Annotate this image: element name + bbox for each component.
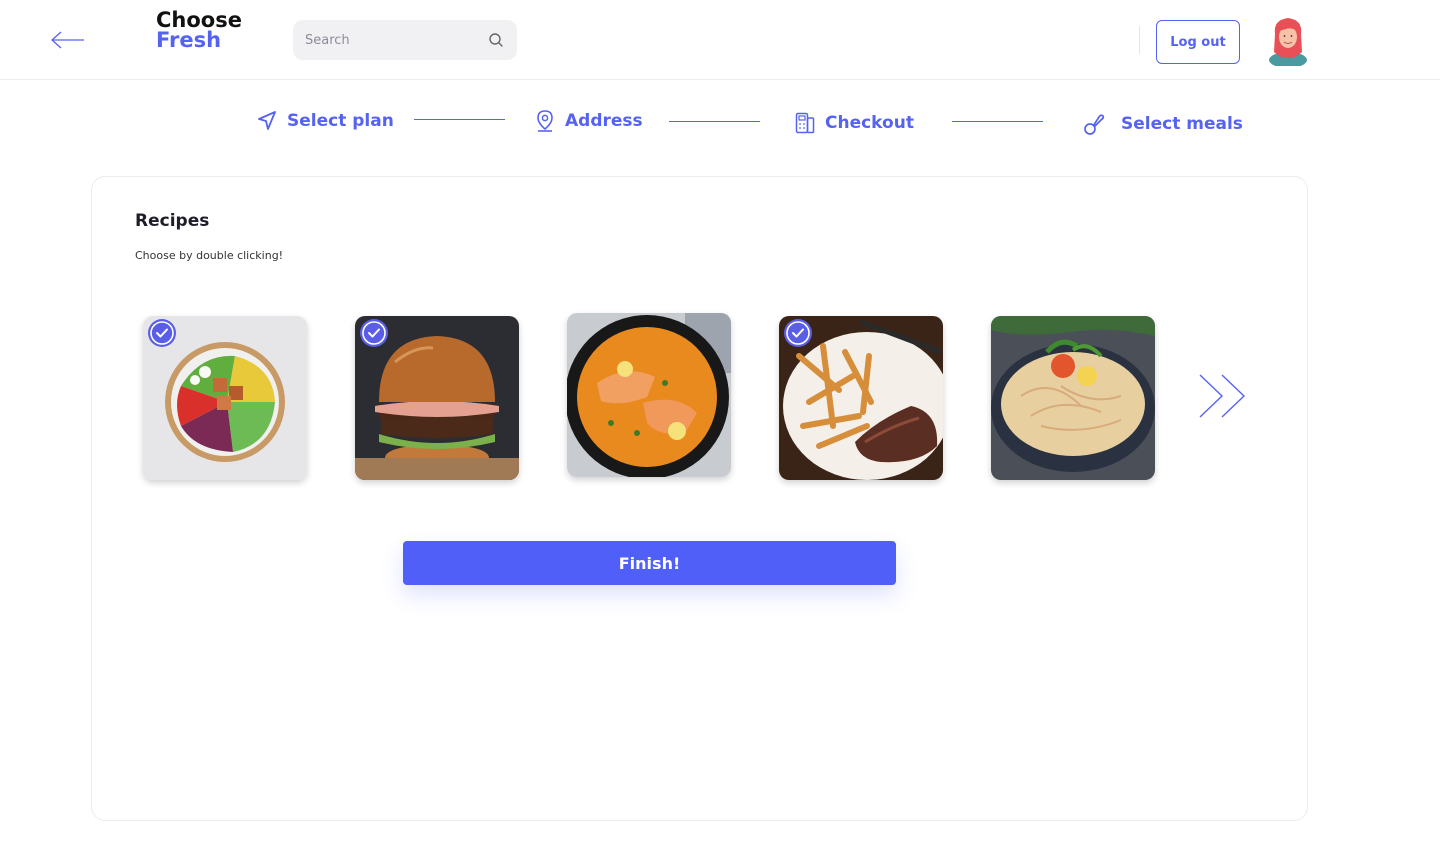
- step-address[interactable]: Address: [535, 110, 643, 132]
- step-label: Address: [565, 111, 643, 131]
- step-select-plan[interactable]: Select plan: [257, 110, 394, 132]
- logo-word-fresh: Fresh: [156, 28, 222, 52]
- step-label: Checkout: [825, 113, 914, 133]
- app-logo[interactable]: Choose Fresh: [156, 8, 242, 52]
- noodle-soup-image: [991, 316, 1155, 480]
- next-recipes-arrow-icon[interactable]: [1198, 373, 1250, 419]
- meal-icon: [1084, 114, 1105, 135]
- logo-word-choose: Choose: [156, 8, 242, 32]
- search-input[interactable]: [293, 20, 483, 60]
- search-icon[interactable]: [488, 32, 504, 48]
- step-checkout[interactable]: Checkout: [795, 112, 914, 134]
- map-pin-icon: [537, 110, 553, 132]
- recipe-card-salad[interactable]: [143, 316, 307, 480]
- top-bar: Choose Fresh Log out: [0, 0, 1440, 80]
- selected-check-icon: [784, 319, 812, 347]
- step-select-meals[interactable]: Select meals: [1083, 112, 1243, 136]
- search-box: [293, 20, 517, 60]
- recipes-title: Recipes: [135, 211, 210, 231]
- step-connector: [669, 121, 760, 122]
- recipes-hint: Choose by double clicking!: [135, 249, 284, 262]
- step-label: Select meals: [1121, 114, 1243, 134]
- recipe-card-salmon-curry[interactable]: [567, 313, 731, 477]
- calculator-icon: [795, 112, 815, 134]
- back-arrow-icon[interactable]: [48, 26, 88, 54]
- salmon-curry-image: [567, 313, 731, 477]
- user-avatar[interactable]: [1266, 14, 1310, 68]
- header-divider: [1139, 26, 1140, 54]
- step-connector: [952, 121, 1043, 122]
- recipes-card: Recipes Choose by double clicking! Finis…: [91, 176, 1308, 821]
- recipe-card-steak-fries[interactable]: [779, 316, 943, 480]
- selected-check-icon: [148, 319, 176, 347]
- selected-check-icon: [360, 319, 388, 347]
- step-connector: [414, 119, 505, 120]
- step-label: Select plan: [287, 111, 394, 131]
- navigation-arrow-icon: [258, 111, 276, 130]
- recipe-card-noodle-soup[interactable]: [991, 316, 1155, 480]
- finish-button[interactable]: Finish!: [403, 541, 896, 585]
- logout-button[interactable]: Log out: [1156, 20, 1240, 64]
- recipe-card-burger[interactable]: [355, 316, 519, 480]
